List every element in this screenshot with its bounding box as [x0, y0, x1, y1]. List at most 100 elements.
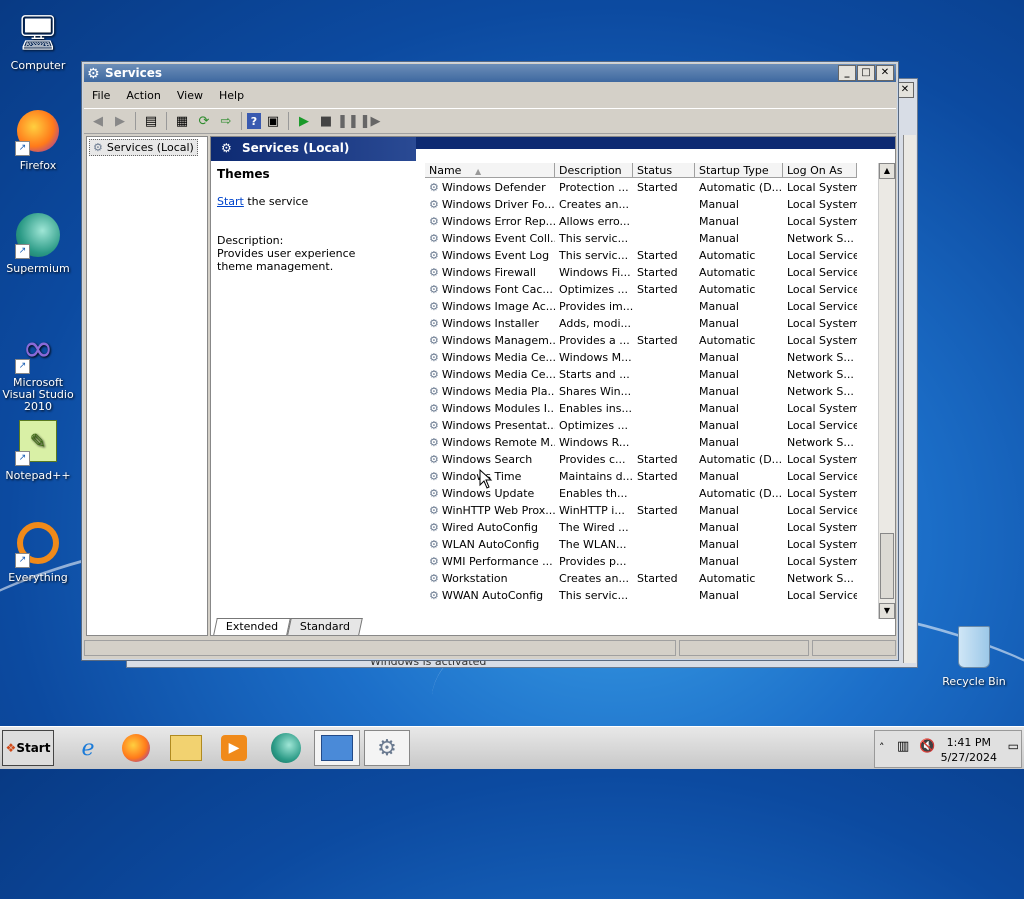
- service-gear-icon: ⚙: [429, 215, 439, 228]
- ie-icon[interactable]: ℯ: [68, 730, 108, 766]
- show-hide-tree-icon[interactable]: ▤: [141, 111, 161, 131]
- header-rule: [416, 137, 895, 149]
- table-row[interactable]: ⚙ Windows Error Rep... Allows erro... Manua…: [425, 213, 857, 230]
- desktop-icon-visual-studio[interactable]: ∞ ↗ Microsoft Visual Studio 2010: [0, 328, 78, 413]
- column-header-status[interactable]: Status: [633, 163, 695, 178]
- desktop-icon-supermium[interactable]: ↗ Supermium: [0, 213, 78, 275]
- clock[interactable]: 1:41 PM 5/27/2024: [941, 735, 997, 765]
- table-row[interactable]: ⚙ Windows Driver Fo... Creates an... Manual…: [425, 196, 857, 213]
- refresh-icon[interactable]: ⟳: [194, 111, 214, 131]
- show-desktop-icon[interactable]: ▭: [1008, 739, 1019, 753]
- service-description: Provides user experience theme managemen…: [217, 247, 356, 273]
- table-row[interactable]: ⚙ Windows Firewall Windows Fi... Started Aut…: [425, 264, 857, 281]
- service-status-cell: Started: [637, 572, 678, 585]
- table-row[interactable]: ⚙ Windows Media Pla... Shares Win... Manual…: [425, 383, 857, 400]
- console-icon[interactable]: ▣: [263, 111, 283, 131]
- table-row[interactable]: ⚙ Windows Media Ce... Starts and ... Manual…: [425, 366, 857, 383]
- service-name-cell: ⚙ Windows Search: [425, 451, 555, 468]
- table-row[interactable]: ⚙ Workstation Creates an... Started Automati…: [425, 570, 857, 587]
- help-icon[interactable]: ?: [247, 113, 261, 129]
- minimize-button[interactable]: _: [838, 65, 856, 81]
- menu-view[interactable]: View: [169, 86, 211, 106]
- background-window-scrollbar[interactable]: [903, 135, 916, 663]
- table-row[interactable]: ⚙ Windows Remote M... Windows R... Manual Ne…: [425, 434, 857, 451]
- service-description-cell: The WLAN...: [559, 538, 627, 551]
- export-icon[interactable]: ⇨: [216, 111, 236, 131]
- service-description-cell: Optimizes ...: [559, 419, 629, 432]
- start-service-link[interactable]: Start: [217, 195, 244, 208]
- service-name-cell: ⚙ Windows Media Ce...: [425, 349, 555, 366]
- desktop-icon-recycle-bin[interactable]: Recycle Bin: [934, 626, 1014, 688]
- tree-item-services-local[interactable]: ⚙ Services (Local): [89, 139, 198, 156]
- services-icon[interactable]: ⚙: [364, 730, 410, 766]
- service-name-cell: ⚙ Windows Event Log: [425, 247, 555, 264]
- scroll-down-button[interactable]: ▼: [879, 603, 895, 619]
- menu-help[interactable]: Help: [211, 86, 252, 106]
- table-row[interactable]: ⚙ WLAN AutoConfig The WLAN... Manual Local S…: [425, 536, 857, 553]
- column-header-log-on-as[interactable]: Log On As: [783, 163, 857, 178]
- restart-icon[interactable]: ❚▶: [360, 111, 381, 131]
- service-status-cell: [633, 587, 695, 604]
- scroll-up-button[interactable]: ▲: [879, 163, 895, 179]
- media-player-icon[interactable]: ▶: [214, 730, 254, 766]
- table-row[interactable]: ⚙ Wired AutoConfig The Wired ... Manual Loca…: [425, 519, 857, 536]
- firefox-icon[interactable]: [116, 730, 156, 766]
- table-row[interactable]: ⚙ WWAN AutoConfig This servic... Manual Loca…: [425, 587, 857, 604]
- table-row[interactable]: ⚙ Windows Image Ac... Provides im... Manual…: [425, 298, 857, 315]
- services-list[interactable]: Name ▲ Description Status Startup Type L…: [425, 163, 893, 619]
- forward-icon[interactable]: ▶: [110, 111, 130, 131]
- services-window[interactable]: ⚙ Services _ □ ✕ File Action View Help ◀…: [81, 61, 899, 661]
- table-row[interactable]: ⚙ Windows Search Provides c... Started Autom…: [425, 451, 857, 468]
- table-row[interactable]: ⚙ WMI Performance ... Provides p... Manual L…: [425, 553, 857, 570]
- service-name: WWAN AutoConfig: [441, 589, 544, 602]
- table-row[interactable]: ⚙ WinHTTP Web Prox... WinHTTP i... Started M…: [425, 502, 857, 519]
- control-panel-icon[interactable]: [314, 730, 360, 766]
- table-row[interactable]: ⚙ Windows Installer Adds, modi... Manual Loc…: [425, 315, 857, 332]
- table-row[interactable]: ⚙ Windows Defender Protection ... Started Au…: [425, 179, 857, 196]
- desktop-icon-everything[interactable]: ↗ Everything: [0, 522, 78, 584]
- service-description-cell: Windows R...: [559, 436, 630, 449]
- menu-action[interactable]: Action: [118, 86, 168, 106]
- table-row[interactable]: ⚙ Windows Presentat... Optimizes ... Manual…: [425, 417, 857, 434]
- column-header-description[interactable]: Description: [555, 163, 633, 178]
- maximize-button[interactable]: □: [857, 65, 875, 81]
- explorer-icon[interactable]: [166, 730, 206, 766]
- supermium-icon[interactable]: [266, 730, 306, 766]
- table-row[interactable]: ⚙ Windows Modules I... Enables ins... Manua…: [425, 400, 857, 417]
- show-hidden-icons-icon[interactable]: ˄: [879, 741, 885, 754]
- tab-extended[interactable]: Extended: [213, 618, 292, 635]
- close-button[interactable]: ✕: [876, 65, 894, 81]
- service-name: Windows Media Ce...: [441, 368, 555, 381]
- network-icon[interactable]: ▥: [897, 739, 909, 754]
- column-header-name[interactable]: Name ▲: [425, 163, 555, 178]
- view-tabs: Extended Standard: [211, 617, 364, 635]
- table-row[interactable]: ⚙ Windows Managem... Provides a ... Started…: [425, 332, 857, 349]
- vertical-scrollbar[interactable]: ▲ ▼: [878, 163, 895, 619]
- table-row[interactable]: ⚙ Windows Event Log This servic... Started A…: [425, 247, 857, 264]
- service-name-cell: ⚙ Windows Presentat...: [425, 417, 555, 434]
- table-row[interactable]: ⚙ Windows Event Coll... This servic... Manu…: [425, 230, 857, 247]
- service-logon-cell: Local System: [787, 402, 857, 415]
- stop-icon[interactable]: ■: [316, 111, 336, 131]
- title-bar[interactable]: ⚙ Services _ □ ✕: [84, 64, 896, 82]
- service-startup-type-cell: Manual: [699, 504, 739, 517]
- table-row[interactable]: ⚙ Windows Media Ce... Windows M... Manual Ne…: [425, 349, 857, 366]
- menu-file[interactable]: File: [84, 86, 118, 106]
- table-row[interactable]: ⚙ Windows Font Cac... Optimizes ... Started…: [425, 281, 857, 298]
- desktop-icon-label: Recycle Bin: [942, 675, 1006, 688]
- desktop-icon-computer[interactable]: 🖥 Computer: [0, 10, 78, 72]
- recycle-bin-icon: [951, 626, 997, 672]
- column-header-startup-type[interactable]: Startup Type: [695, 163, 783, 178]
- pause-icon[interactable]: ❚❚: [337, 111, 359, 131]
- service-description-cell: Protection ...: [559, 181, 629, 194]
- desktop-icon-notepad-plus-plus[interactable]: ✎ ↗ Notepad++: [0, 420, 78, 482]
- volume-muted-icon[interactable]: 🔇: [919, 739, 935, 754]
- back-icon[interactable]: ◀: [88, 111, 108, 131]
- start-icon[interactable]: ▶: [294, 111, 314, 131]
- properties-icon[interactable]: ▦: [172, 111, 192, 131]
- service-logon-cell: Local System: [787, 198, 857, 211]
- tab-standard[interactable]: Standard: [287, 618, 364, 635]
- scroll-thumb[interactable]: [880, 533, 894, 599]
- desktop-icon-firefox[interactable]: ↗ Firefox: [0, 110, 78, 172]
- start-button[interactable]: ❖Start: [2, 730, 54, 766]
